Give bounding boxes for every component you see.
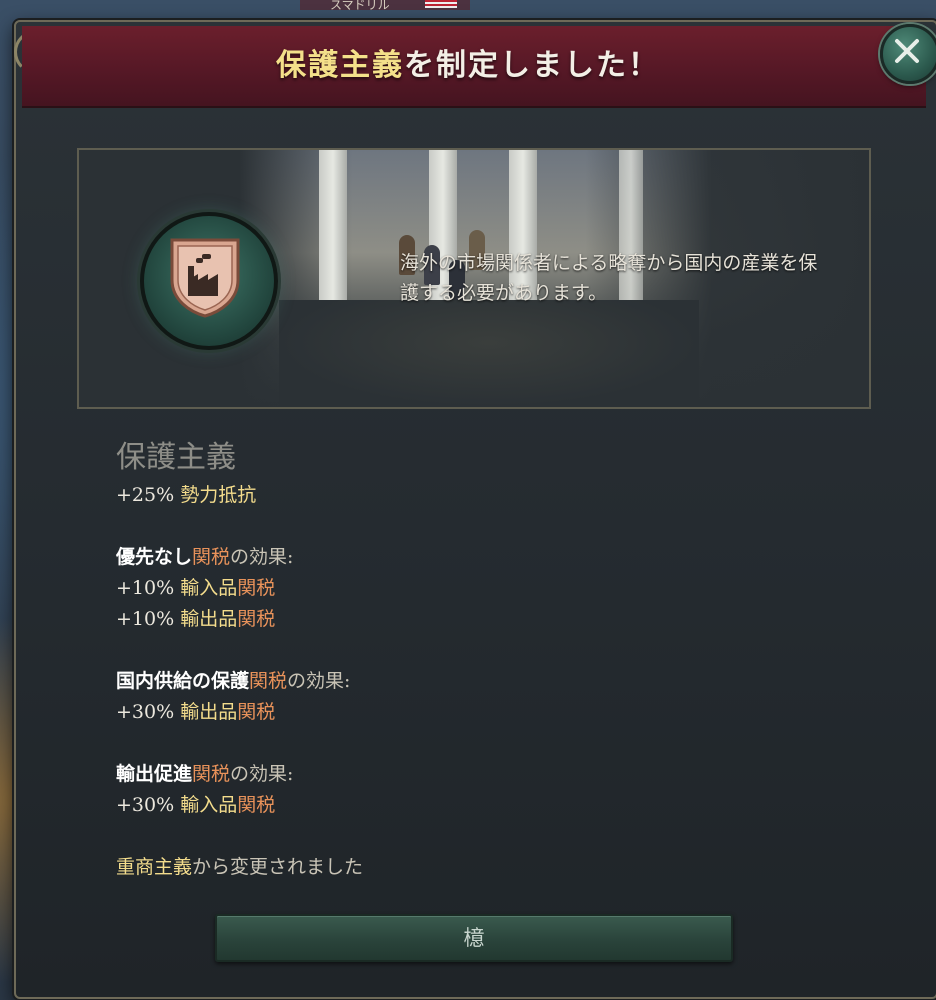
effect-value: +10%	[116, 608, 175, 630]
effect-line: +30% 輸入品関税	[116, 790, 876, 821]
changed-from-suffix: から変更されました	[192, 856, 364, 878]
effect-line: +30% 輸出品関税	[116, 697, 876, 728]
tariff-link[interactable]: 関税	[237, 701, 275, 723]
law-name: 保護主義	[116, 440, 236, 475]
law-emblem	[140, 212, 278, 350]
close-button[interactable]	[880, 24, 936, 84]
ok-button[interactable]: 檍	[215, 914, 733, 962]
section-heading: 国内供給の保護関税の効果:	[116, 666, 876, 697]
effect-line: +25% 勢力抵抗	[116, 480, 876, 511]
effect-label[interactable]: 勢力抵抗	[180, 484, 256, 506]
title-rest: を制定しました！	[404, 48, 660, 83]
tariff-link[interactable]: 関税	[192, 763, 230, 785]
section-title[interactable]: 輸出促進	[116, 763, 192, 785]
law-effects: 保護主義 +25% 勢力抵抗 優先なし関税の効果: +10% 輸入品関税 +10…	[116, 436, 876, 883]
previous-law-link[interactable]: 重商主義	[116, 856, 192, 878]
effect-line: +10% 輸出品関税	[116, 604, 876, 635]
flag-icon	[425, 0, 457, 8]
event-description: 海外の市場関係者による略奪から国内の産業を保護する必要があります。	[400, 252, 818, 304]
tariff-link[interactable]: 関税	[192, 546, 230, 568]
changed-from-line: 重商主義から変更されました	[116, 852, 876, 883]
section-heading: 輸出促進関税の効果:	[116, 759, 876, 790]
factory-shield-icon	[170, 238, 240, 318]
section-suffix: の効果:	[230, 763, 294, 785]
tariff-link[interactable]: 関税	[237, 608, 275, 630]
dialog-title: 保護主義を制定しました！	[0, 40, 936, 84]
section-suffix: の効果:	[287, 670, 351, 692]
section-suffix: の効果:	[230, 546, 294, 568]
effect-label[interactable]: 輸入品	[180, 794, 237, 816]
title-law-name: 保護主義	[276, 48, 404, 83]
effect-label[interactable]: 輸入品	[180, 577, 237, 599]
section-title[interactable]: 国内供給の保護	[116, 670, 249, 692]
tariff-link[interactable]: 関税	[237, 577, 275, 599]
effect-value: +30%	[116, 701, 175, 723]
tariff-link[interactable]: 関税	[237, 794, 275, 816]
section-heading: 優先なし関税の効果:	[116, 542, 876, 573]
effect-value: +25%	[116, 484, 175, 506]
effect-line: +10% 輸入品関税	[116, 573, 876, 604]
effect-label[interactable]: 輸出品	[180, 608, 237, 630]
section-title[interactable]: 優先なし	[116, 546, 192, 568]
effect-value: +30%	[116, 794, 175, 816]
tariff-link[interactable]: 関税	[249, 670, 287, 692]
effect-label[interactable]: 輸出品	[180, 701, 237, 723]
effect-value: +10%	[116, 577, 175, 599]
close-icon	[895, 39, 919, 63]
map-top-label: スマドリル	[330, 0, 390, 12]
